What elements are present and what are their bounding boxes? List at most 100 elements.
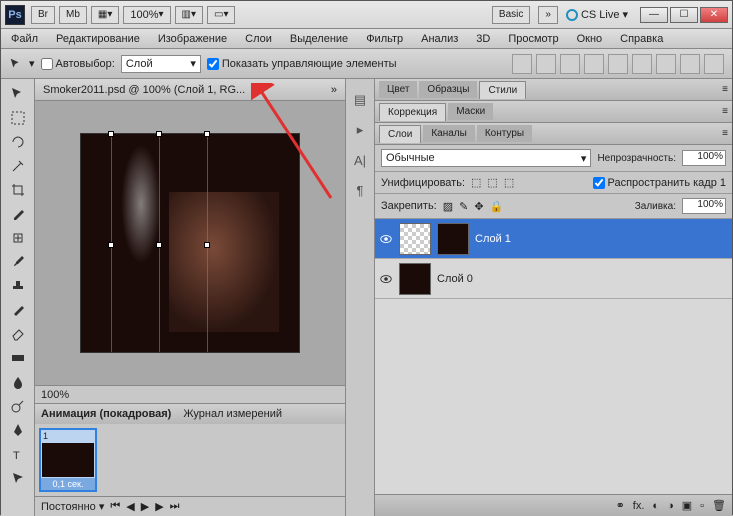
blur-tool[interactable] bbox=[5, 371, 31, 393]
marquee-tool[interactable] bbox=[5, 107, 31, 129]
arrange-dropdown[interactable]: ▥▾ bbox=[175, 6, 203, 24]
paragraph-panel-icon[interactable]: ¶ bbox=[349, 179, 371, 201]
lock-all-icon[interactable]: 🔒 bbox=[490, 200, 504, 213]
distribute-icon-2[interactable] bbox=[680, 54, 700, 74]
layer-name[interactable]: Слой 0 bbox=[437, 273, 473, 285]
autoselect-dropdown[interactable]: Слой▾ bbox=[121, 55, 201, 73]
window-close-button[interactable]: ✕ bbox=[700, 7, 728, 23]
align-icon-6[interactable] bbox=[632, 54, 652, 74]
layer-thumbnail[interactable] bbox=[437, 223, 469, 255]
visibility-icon[interactable] bbox=[379, 232, 393, 246]
menu-layer[interactable]: Слои bbox=[241, 31, 276, 47]
layer-style-icon[interactable]: fx. bbox=[633, 500, 645, 512]
distribute-icon-3[interactable] bbox=[704, 54, 724, 74]
lock-transparency-icon[interactable]: ▨ bbox=[443, 200, 453, 213]
corrections-tab[interactable]: Коррекция bbox=[379, 103, 446, 121]
menu-image[interactable]: Изображение bbox=[154, 31, 231, 47]
bridge-button[interactable]: Br bbox=[31, 6, 55, 24]
autoselect-checkbox[interactable]: Автовыбор: bbox=[41, 58, 115, 70]
menu-edit[interactable]: Редактирование bbox=[52, 31, 144, 47]
visibility-icon[interactable] bbox=[379, 272, 393, 286]
character-panel-icon[interactable]: A| bbox=[349, 149, 371, 171]
panel-menu-icon[interactable]: ≡ bbox=[722, 128, 728, 139]
wand-tool[interactable] bbox=[5, 155, 31, 177]
minibridge-button[interactable]: Mb bbox=[59, 6, 87, 24]
masks-tab[interactable]: Маски bbox=[448, 103, 493, 120]
dodge-tool[interactable] bbox=[5, 395, 31, 417]
frame-delay[interactable]: 0,1 сек. bbox=[41, 478, 95, 490]
document-close-icon[interactable]: ✕ bbox=[251, 84, 259, 95]
swatches-tab[interactable]: Образцы bbox=[419, 81, 477, 98]
align-icon-1[interactable] bbox=[512, 54, 532, 74]
layer-group-icon[interactable]: ▣ bbox=[682, 499, 692, 512]
window-minimize-button[interactable]: — bbox=[640, 7, 668, 23]
blend-mode-dropdown[interactable]: Обычные▾ bbox=[381, 149, 591, 167]
eraser-tool[interactable] bbox=[5, 323, 31, 345]
canvas-area[interactable] bbox=[35, 101, 345, 385]
show-transform-checkbox[interactable]: Показать управляющие элементы bbox=[207, 58, 397, 70]
layer-thumbnail[interactable] bbox=[399, 223, 431, 255]
anim-first-icon[interactable]: ⏮ bbox=[110, 500, 120, 513]
animation-tab[interactable]: Анимация (покадровая) bbox=[41, 408, 171, 420]
paths-tab[interactable]: Контуры bbox=[477, 125, 532, 142]
align-icon-2[interactable] bbox=[536, 54, 556, 74]
delete-layer-icon[interactable]: 🗑 bbox=[712, 499, 726, 512]
workspace-basic[interactable]: Basic bbox=[492, 6, 530, 24]
align-icon-4[interactable] bbox=[584, 54, 604, 74]
transform-handle[interactable] bbox=[108, 131, 114, 137]
channels-tab[interactable]: Каналы bbox=[423, 125, 475, 142]
anim-prev-icon[interactable]: ◀ bbox=[126, 500, 134, 513]
zoom-level-dropdown[interactable]: 100% ▾ bbox=[123, 6, 170, 24]
panel-menu-icon[interactable]: ≡ bbox=[722, 84, 728, 95]
menu-3d[interactable]: 3D bbox=[472, 31, 494, 47]
gradient-tool[interactable] bbox=[5, 347, 31, 369]
anim-play-icon[interactable]: ▶ bbox=[141, 500, 149, 513]
propagate-checkbox[interactable]: Распространить кадр 1 bbox=[593, 177, 726, 189]
type-tool[interactable]: T bbox=[5, 443, 31, 465]
document-tab[interactable]: Smoker2011.psd @ 100% (Слой 1, RG... ✕ » bbox=[35, 79, 345, 101]
layer-mask-icon[interactable]: ◐ bbox=[652, 500, 659, 512]
animation-frame[interactable]: 1 0,1 сек. bbox=[39, 428, 97, 492]
transform-handle[interactable] bbox=[204, 242, 210, 248]
transform-handle[interactable] bbox=[108, 242, 114, 248]
menu-select[interactable]: Выделение bbox=[286, 31, 352, 47]
layer-row[interactable]: Слой 1 bbox=[375, 219, 732, 259]
transform-handle[interactable] bbox=[204, 131, 210, 137]
stamp-tool[interactable] bbox=[5, 275, 31, 297]
workspace-switcher[interactable]: » bbox=[538, 6, 558, 24]
layer-row[interactable]: Слой 0 bbox=[375, 259, 732, 299]
menu-view[interactable]: Просмотр bbox=[504, 31, 562, 47]
menu-help[interactable]: Справка bbox=[616, 31, 667, 47]
loop-dropdown[interactable]: Постоянно ▾ bbox=[41, 500, 104, 513]
new-layer-icon[interactable]: ▫ bbox=[700, 500, 704, 512]
zoom-readout[interactable]: 100% bbox=[41, 389, 69, 401]
move-tool[interactable] bbox=[5, 83, 31, 105]
menu-window[interactable]: Окно bbox=[573, 31, 607, 47]
styles-tab[interactable]: Стили bbox=[479, 81, 526, 99]
lasso-tool[interactable] bbox=[5, 131, 31, 153]
canvas[interactable] bbox=[80, 133, 300, 353]
menu-filter[interactable]: Фильтр bbox=[362, 31, 407, 47]
history-panel-icon[interactable]: ▤ bbox=[349, 89, 371, 111]
actions-panel-icon[interactable]: ▸ bbox=[349, 119, 371, 141]
cslive-button[interactable]: CS Live ▾ bbox=[566, 8, 628, 21]
transform-center-handle[interactable] bbox=[156, 242, 162, 248]
window-maximize-button[interactable]: ☐ bbox=[670, 7, 698, 23]
menu-file[interactable]: Файл bbox=[7, 31, 42, 47]
layer-thumbnail[interactable] bbox=[399, 263, 431, 295]
lock-pixels-icon[interactable]: ✎ bbox=[459, 200, 468, 213]
anim-last-icon[interactable]: ⏭ bbox=[170, 500, 180, 513]
pen-tool[interactable] bbox=[5, 419, 31, 441]
fill-input[interactable]: 100% bbox=[682, 198, 726, 214]
path-select-tool[interactable] bbox=[5, 467, 31, 489]
opacity-input[interactable]: 100% bbox=[682, 150, 726, 166]
layer-name[interactable]: Слой 1 bbox=[475, 233, 511, 245]
align-icon-5[interactable] bbox=[608, 54, 628, 74]
adjustment-layer-icon[interactable]: ◑ bbox=[667, 500, 674, 512]
view-extras-dropdown[interactable]: ▦▾ bbox=[91, 6, 119, 24]
panel-menu-icon[interactable]: ≡ bbox=[722, 106, 728, 117]
brush-tool[interactable] bbox=[5, 251, 31, 273]
transform-handle[interactable] bbox=[156, 131, 162, 137]
menu-analysis[interactable]: Анализ bbox=[417, 31, 462, 47]
screen-mode-dropdown[interactable]: ▭▾ bbox=[207, 6, 235, 24]
